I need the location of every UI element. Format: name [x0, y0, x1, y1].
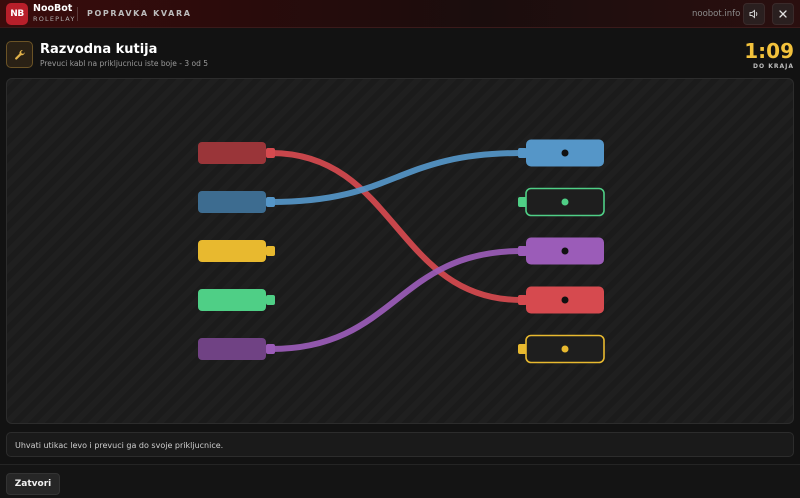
speaker-icon: [749, 9, 758, 19]
game-subtitle: Prevuci kabl na prikljucnicu iste boje -…: [40, 59, 209, 68]
close-game-button[interactable]: Zatvori: [6, 473, 60, 495]
sound-button[interactable]: [743, 3, 765, 25]
game-title: Razvodna kutija: [40, 42, 158, 57]
socket-pin-green: [561, 198, 569, 206]
site-link[interactable]: noobot.info: [692, 9, 740, 19]
board-canvas: [198, 139, 605, 364]
plug-green[interactable]: [198, 289, 266, 311]
plug-red[interactable]: [198, 142, 266, 164]
brand-sub: ROLEPLAY: [33, 14, 76, 23]
socket-pin-blue: [561, 149, 569, 157]
divider: [77, 7, 78, 21]
tool-badge: [6, 41, 33, 68]
section-title: POPRAVKA KVARA: [87, 9, 192, 18]
plug-tip-blue[interactable]: [266, 197, 275, 207]
brand: NooBot ROLEPLAY: [33, 4, 76, 22]
socket-pin-red: [561, 296, 569, 304]
brand-name: NooBot: [33, 3, 73, 14]
timer: 1:09: [744, 39, 794, 63]
plug-blue[interactable]: [198, 191, 266, 213]
top-bar: NB NooBot ROLEPLAY POPRAVKA KVARA noobot…: [0, 0, 800, 28]
plug-tip-red[interactable]: [266, 148, 275, 158]
plug-tip-yellow[interactable]: [266, 246, 275, 256]
wrench-icon: [14, 49, 25, 60]
wire-purple: [268, 248, 524, 352]
plug-tip-green[interactable]: [266, 295, 275, 305]
plug-tip-purple[interactable]: [266, 344, 275, 354]
socket-tab-purple: [518, 246, 527, 256]
close-button[interactable]: [772, 3, 794, 25]
plug-yellow[interactable]: [198, 240, 266, 262]
close-icon: [779, 10, 787, 18]
bottom-bar: Zatvori: [0, 464, 800, 498]
socket-pin-purple: [561, 247, 569, 255]
wiring-board: [6, 78, 794, 424]
socket-tab-red: [518, 295, 527, 305]
socket-pin-yellow: [561, 345, 569, 353]
timer-label: DO KRAJA: [753, 63, 794, 70]
instructions: Uhvati utikac levo i prevuci ga do svoje…: [6, 432, 794, 457]
logo-badge: NB: [6, 3, 28, 25]
socket-tab-blue: [518, 148, 527, 158]
plug-purple[interactable]: [198, 338, 266, 360]
